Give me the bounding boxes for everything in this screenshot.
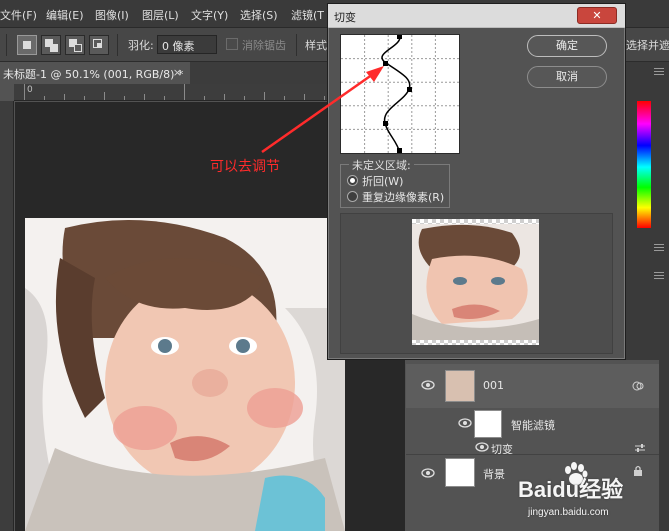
separator [117, 34, 118, 56]
menu-image[interactable]: 图像(I) [95, 7, 129, 23]
color-spectrum-slider[interactable] [637, 101, 651, 228]
radio-selected-icon[interactable] [347, 175, 358, 186]
watermark-main: Baidu经验 [518, 477, 624, 502]
filter-options-icon[interactable] [634, 443, 646, 453]
menu-edit[interactable]: 编辑(E) [46, 7, 84, 23]
layer-row-smart-filters[interactable]: 智能滤镜 [406, 408, 659, 440]
preview-image[interactable] [412, 219, 539, 345]
antialias-checkbox[interactable] [226, 38, 238, 50]
dialog-titlebar[interactable]: 切变 ✕ [328, 4, 625, 28]
select-and-mask-button[interactable]: 选择并遮 [626, 37, 669, 53]
smart-filters-label: 智能滤镜 [511, 419, 555, 432]
document-image[interactable] [25, 218, 345, 531]
menu-file[interactable]: 文件(F) [0, 7, 37, 23]
eye-icon[interactable] [458, 418, 472, 428]
watermark-url: jingyan.baidu.com [528, 507, 609, 518]
eye-icon[interactable] [421, 468, 435, 478]
panel-menu-icon[interactable] [654, 244, 664, 251]
document-tab[interactable]: 未标题-1 @ 50.1% (001, RGB/8) * × [0, 62, 190, 84]
preview-photo [412, 224, 539, 340]
undefined-area-group: 未定义区域: 折回(W) 重复边缘像素(R) [340, 157, 450, 208]
wrap-around-label: 折回(W) [362, 175, 404, 188]
repeat-edge-label: 重复边缘像素(R) [362, 191, 445, 204]
menu-filter[interactable]: 滤镜(T [291, 7, 324, 23]
feather-input[interactable]: 0 像素 [157, 35, 217, 54]
panel-menu-icon[interactable] [654, 68, 664, 75]
feather-label: 羽化: [128, 39, 154, 52]
antialias-label: 消除锯齿 [242, 39, 286, 52]
panel-menu-icon[interactable] [654, 272, 664, 279]
ok-button[interactable]: 确定 [527, 35, 607, 57]
ruler-zero-label: 0 [27, 85, 33, 95]
repeat-edge-option[interactable]: 重复边缘像素(R) [347, 189, 444, 205]
separator [6, 34, 7, 56]
baby-photo-sheared [25, 218, 345, 531]
wrap-around-option[interactable]: 折回(W) [347, 173, 403, 189]
shear-curve-editor[interactable] [340, 34, 460, 154]
vertical-ruler[interactable] [0, 101, 14, 531]
intersect-selection-button[interactable] [89, 35, 109, 55]
separator [296, 34, 297, 56]
cancel-button[interactable]: 取消 [527, 66, 607, 88]
layer-row-001[interactable]: 001 [406, 364, 659, 408]
menu-layer[interactable]: 图层(L) [142, 7, 179, 23]
document-tab-title: 未标题-1 @ 50.1% (001, RGB/8) * [3, 68, 184, 81]
curve-graph [341, 34, 459, 154]
layer-name[interactable]: 001 [483, 379, 504, 392]
baidu-watermark: Baidu经验 jingyan.baidu.com [518, 462, 658, 522]
new-selection-button[interactable] [17, 35, 37, 55]
eye-icon[interactable] [475, 442, 489, 452]
close-tab-icon[interactable]: × [173, 66, 182, 79]
radio-icon[interactable] [347, 191, 358, 202]
layer-name[interactable]: 背景 [483, 466, 505, 482]
add-selection-button[interactable] [41, 35, 61, 55]
style-label: 样式 [305, 39, 327, 52]
menu-select[interactable]: 选择(S) [240, 7, 278, 23]
close-button[interactable]: ✕ [577, 7, 617, 24]
eye-icon[interactable] [421, 380, 435, 390]
undefined-area-label: 未定义区域: [349, 157, 414, 173]
layer-thumbnail [445, 458, 475, 487]
smart-filter-icon [632, 381, 644, 391]
preview-frame [340, 213, 613, 354]
shear-dialog: 切变 ✕ 确定 取消 未定义区域: 折回(W) 重复边缘像素(R) [327, 3, 626, 360]
subtract-selection-button[interactable] [65, 35, 85, 55]
annotation-text: 可以去调节 [210, 159, 280, 175]
filter-mask-thumbnail [474, 410, 502, 438]
layer-thumbnail [445, 370, 475, 402]
dialog-title: 切变 [334, 11, 356, 24]
menu-type[interactable]: 文字(Y) [191, 7, 228, 23]
